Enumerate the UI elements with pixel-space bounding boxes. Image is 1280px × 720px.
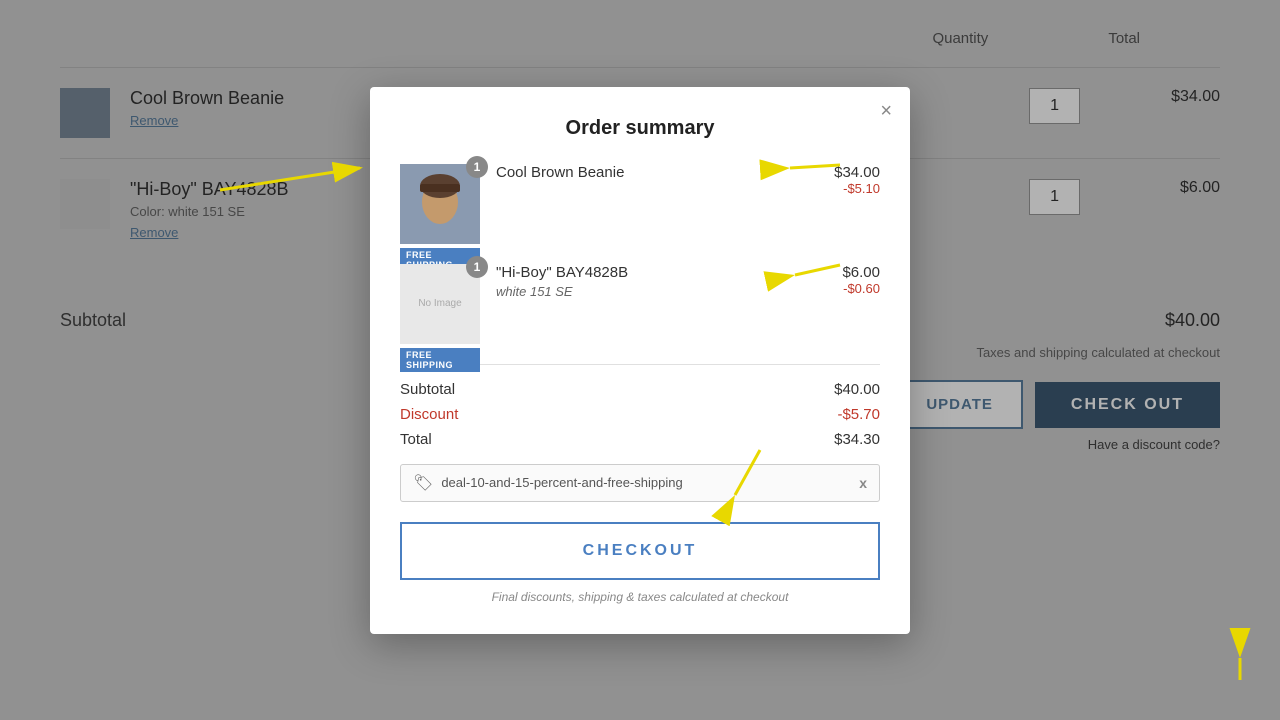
modal-overlay: × Order summary 1 FREE SHIPPING Cool [0, 0, 1280, 720]
subtotal-row: Subtotal $40.00 [400, 381, 880, 398]
modal-item-1: 1 FREE SHIPPING Cool Brown Beanie $34.00… [400, 164, 880, 244]
item-image-wrap-2: No Image 1 FREE SHIPPING [400, 264, 480, 344]
total-value: $34.30 [834, 431, 880, 448]
item-pricing-2: $6.00 -$0.60 [842, 264, 880, 296]
checkout-note: Final discounts, shipping & taxes calcul… [400, 590, 880, 604]
total-label: Total [400, 431, 432, 448]
subtotal-label: Subtotal [400, 381, 455, 398]
item-variant-2: white 151 SE [496, 284, 826, 299]
discount-value: -$5.70 [837, 406, 880, 423]
coupon-remove-button[interactable]: x [859, 475, 867, 491]
item-image-placeholder-2: No Image [400, 264, 480, 344]
subtotal-value: $40.00 [834, 381, 880, 398]
coupon-row: 🏷 deal-10-and-15-percent-and-free-shippi… [400, 464, 880, 502]
modal-title: Order summary [400, 117, 880, 140]
discount-label: Discount [400, 406, 458, 423]
item-badge-2: 1 [466, 256, 488, 278]
item-image-wrap-1: 1 FREE SHIPPING [400, 164, 480, 244]
total-row: Total $34.30 [400, 431, 880, 448]
no-image-label: No Image [418, 298, 461, 309]
modal-checkout-button[interactable]: CHECKOUT [400, 522, 880, 580]
item-name-2: "Hi-Boy" BAY4828B [496, 264, 826, 281]
item-details-2: "Hi-Boy" BAY4828B white 151 SE [496, 264, 826, 299]
item-pricing-1: $34.00 -$5.10 [834, 164, 880, 196]
item-discount-2: -$0.60 [842, 281, 880, 296]
discount-row: Discount -$5.70 [400, 406, 880, 423]
modal-item-2: No Image 1 FREE SHIPPING "Hi-Boy" BAY482… [400, 264, 880, 344]
free-shipping-badge-2: FREE SHIPPING [400, 348, 480, 372]
order-summary-modal: × Order summary 1 FREE SHIPPING Cool [370, 87, 910, 634]
item-details-1: Cool Brown Beanie [496, 164, 818, 184]
item-badge-1: 1 [466, 156, 488, 178]
item-discount-1: -$5.10 [834, 181, 880, 196]
modal-close-button[interactable]: × [880, 101, 892, 121]
coupon-icon: 🏷 [413, 473, 433, 493]
coupon-code: deal-10-and-15-percent-and-free-shipping [441, 475, 859, 490]
item-price-2: $6.00 [842, 264, 880, 281]
item-price-1: $34.00 [834, 164, 880, 181]
item-name-1: Cool Brown Beanie [496, 164, 818, 181]
